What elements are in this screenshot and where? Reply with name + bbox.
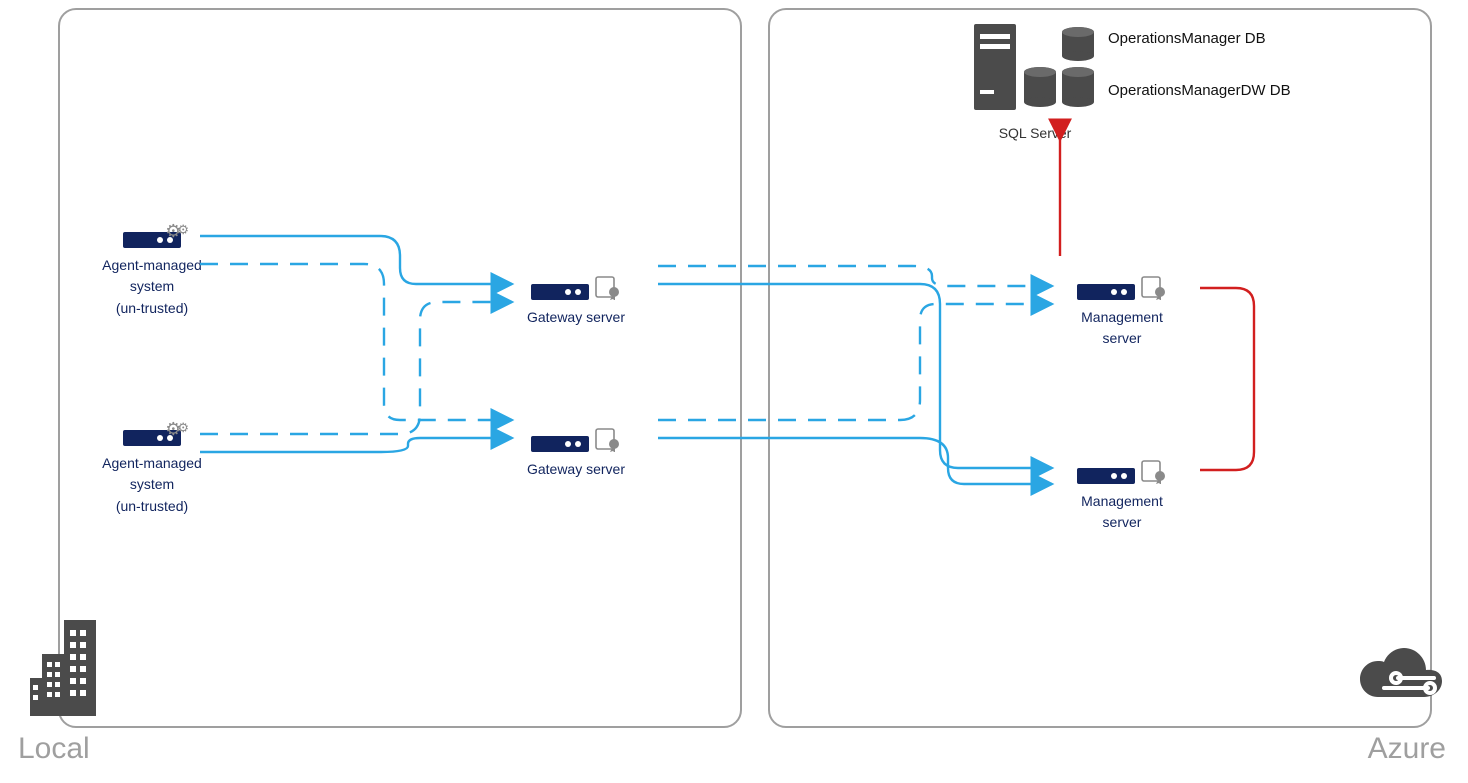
- region-local: [58, 8, 742, 728]
- management-server-2: Management server: [1052, 458, 1192, 532]
- certificate-icon: [1141, 274, 1167, 300]
- gateway2-label: Gateway server: [506, 461, 646, 479]
- server-icon: [531, 436, 589, 452]
- server-icon: [1077, 468, 1135, 484]
- server-tower-icon: [970, 20, 1100, 116]
- cloud-icon: [1354, 648, 1446, 713]
- agent-managed-system-1: ⚙⚙ Agent-managed system (un-trusted): [92, 232, 212, 317]
- certificate-icon: [595, 274, 621, 300]
- gear-icon: ⚙⚙: [165, 220, 193, 243]
- agent-managed-system-2: ⚙⚙ Agent-managed system (un-trusted): [92, 430, 212, 515]
- mgmt1-line1: Management: [1052, 309, 1192, 327]
- region-local-label: Local: [18, 732, 90, 766]
- management-server-1: Management server: [1052, 274, 1192, 348]
- building-icon: [30, 620, 102, 721]
- gear-icon: ⚙⚙: [165, 418, 193, 441]
- agent2-line1: Agent-managed: [92, 455, 212, 473]
- server-icon: [1077, 284, 1135, 300]
- region-azure: [768, 8, 1432, 728]
- gateway1-label: Gateway server: [506, 309, 646, 327]
- server-icon: [531, 284, 589, 300]
- mgmt2-line2: server: [1052, 514, 1192, 532]
- certificate-icon: [1141, 458, 1167, 484]
- agent1-line1: Agent-managed: [92, 257, 212, 275]
- certificate-icon: [595, 426, 621, 452]
- mgmt2-line1: Management: [1052, 493, 1192, 511]
- gateway-server-1: Gateway server: [506, 274, 646, 326]
- agent2-line2: system: [92, 476, 212, 494]
- sql-server-group: SQL Server: [970, 20, 1100, 141]
- agent2-line3: (un-trusted): [92, 498, 212, 516]
- agent1-line2: system: [92, 278, 212, 296]
- sql-server-label: SQL Server: [970, 125, 1100, 141]
- gateway-server-2: Gateway server: [506, 426, 646, 478]
- db-ops-label: OperationsManager DB: [1108, 30, 1266, 47]
- region-azure-label: Azure: [1368, 732, 1446, 766]
- db-opsdw-label: OperationsManagerDW DB: [1108, 82, 1291, 99]
- mgmt1-line2: server: [1052, 330, 1192, 348]
- agent1-line3: (un-trusted): [92, 300, 212, 318]
